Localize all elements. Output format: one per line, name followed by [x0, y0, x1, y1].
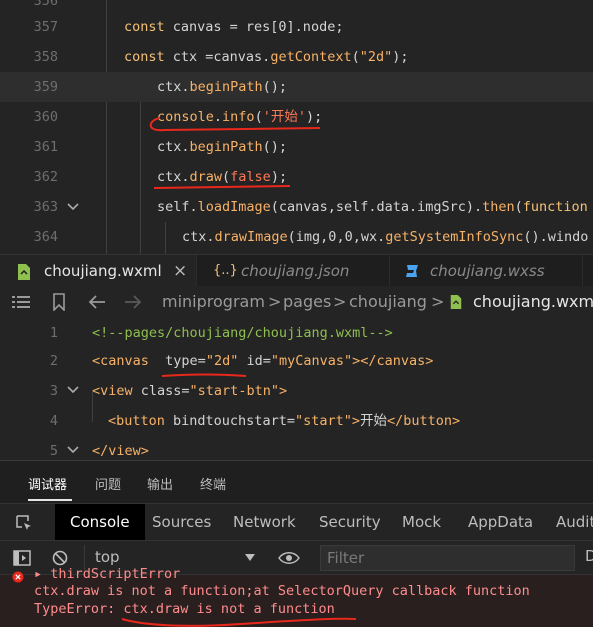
- sidebar-toggle-icon[interactable]: [13, 550, 31, 566]
- clear-console-icon[interactable]: [52, 550, 68, 566]
- console-line: TypeError: ctx.draw is not a function: [34, 601, 335, 617]
- tab-security[interactable]: Security: [319, 504, 381, 540]
- filter-placeholder: Filter: [327, 549, 365, 567]
- json-file-icon: {..}: [213, 263, 238, 278]
- code-line[interactable]: 363 self.loadImage(canvas,self.data.imgS…: [0, 192, 593, 222]
- code-line[interactable]: 364 ctx.drawImage(img,0,0,wx.getSystemIn…: [0, 222, 593, 252]
- tab-label: choujiang.json: [241, 262, 350, 280]
- line-number: 358: [33, 49, 58, 65]
- chevron-down-icon[interactable]: [66, 443, 80, 457]
- code-line[interactable]: 2 <canvas type="2d" id="myCanvas"></canv…: [0, 346, 593, 376]
- code-line[interactable]: 358 const ctx =canvas.getContext("2d");: [0, 42, 593, 72]
- error-icon: [12, 571, 24, 583]
- code-text: ctx.drawImage(img,0,0,wx.getSystemInfoSy…: [182, 229, 589, 245]
- code-text: <canvas type="2d" id="myCanvas"></canvas…: [92, 353, 434, 369]
- editor-tab-bar: choujiang.wxml × {..} choujiang.json cho…: [0, 254, 593, 287]
- line-number: 4: [49, 413, 58, 429]
- line-number: 1: [49, 325, 58, 341]
- code-line[interactable]: 360 console.info('开始');: [0, 102, 593, 132]
- code-text: ctx.beginPath();: [157, 79, 288, 95]
- breadcrumb-item[interactable]: miniprogram: [162, 286, 265, 318]
- list-icon[interactable]: [12, 295, 30, 309]
- chevron-down-icon[interactable]: [66, 200, 80, 214]
- console-line: ctx.draw is not a function;at SelectorQu…: [34, 583, 530, 599]
- code-text: const ctx =canvas.getContext("2d");: [124, 49, 409, 65]
- bookmark-icon[interactable]: [52, 293, 66, 311]
- line-number: 360: [33, 109, 58, 125]
- close-icon[interactable]: ×: [173, 255, 187, 287]
- breadcrumb-separator: >: [431, 292, 445, 311]
- devtools-panel-tabs: Console Sources Network Security Mock Ap…: [0, 503, 593, 541]
- arrow-back-icon[interactable]: [88, 294, 106, 310]
- editor-top-code: 356 357 const canvas = res[0].node; 358 …: [0, 0, 593, 254]
- code-text: <view class="start-btn">: [92, 383, 288, 399]
- code-text: <button bindtouchstart="start">开始</butto…: [108, 413, 461, 429]
- editor-wxml-code: 1 <!--pages/choujiang/choujiang.wxml--> …: [0, 318, 593, 460]
- tab-terminal[interactable]: 终端: [200, 474, 226, 493]
- arrow-forward-icon[interactable]: [124, 294, 142, 310]
- tab-console[interactable]: Console: [55, 504, 145, 540]
- chevron-down-icon[interactable]: [66, 383, 80, 397]
- line-number: 362: [33, 169, 58, 185]
- line-number: 363: [33, 199, 58, 215]
- inspect-element-icon[interactable]: [15, 514, 33, 532]
- code-text: self.loadImage(canvas,self.data.imgSrc).…: [157, 199, 588, 215]
- code-text: const canvas = res[0].node;: [124, 19, 344, 35]
- tab-choujiang-json[interactable]: {..} choujiang.json: [197, 255, 390, 287]
- eye-icon[interactable]: [278, 551, 300, 565]
- code-text: <!--pages/choujiang/choujiang.wxml-->: [92, 325, 393, 341]
- code-text: console.info('开始');: [157, 109, 323, 125]
- context-value: top: [95, 548, 120, 566]
- line-number: 5: [49, 443, 58, 459]
- breadcrumb-separator: >: [268, 292, 282, 311]
- code-text: </view>: [92, 443, 149, 459]
- tab-appdata[interactable]: AppData: [468, 504, 533, 540]
- wxml-file-icon: [450, 295, 462, 309]
- code-line[interactable]: 3 <view class="start-btn">: [0, 376, 593, 406]
- code-text: ctx.draw(false);: [157, 169, 288, 185]
- code-line[interactable]: 362 ctx.draw(false);: [0, 162, 593, 192]
- breadcrumb-separator: >: [333, 292, 347, 311]
- active-tab-indicator: [28, 499, 72, 501]
- tab-label: choujiang.wxml: [44, 262, 162, 280]
- breadcrumb-item[interactable]: choujiang: [349, 286, 427, 318]
- debugger-panel: 调试器 问题 输出 终端 Console Sources Network Sec…: [0, 460, 593, 627]
- code-line-active[interactable]: 359 ctx.beginPath();: [0, 72, 593, 102]
- line-number: 359: [33, 79, 58, 95]
- code-line[interactable]: 361 ctx.beginPath();: [0, 132, 593, 162]
- tab-network[interactable]: Network: [233, 504, 296, 540]
- console-output: ▸ thirdScriptError ctx.draw is not a fun…: [0, 566, 593, 627]
- tab-choujiang-wxss[interactable]: choujiang.wxss: [390, 255, 583, 287]
- filter-input[interactable]: Filter: [320, 545, 575, 571]
- console-line: ▸ thirdScriptError: [34, 566, 181, 582]
- tab-sources[interactable]: Sources: [152, 504, 211, 540]
- code-line[interactable]: 1 <!--pages/choujiang/choujiang.wxml-->: [0, 318, 593, 348]
- code-line[interactable]: 5 </view>: [0, 436, 593, 460]
- code-line[interactable]: 4 <button bindtouchstart="start">开始</but…: [0, 406, 593, 436]
- tab-audits[interactable]: Audit: [556, 504, 593, 540]
- dropdown-arrow-icon: [245, 554, 255, 561]
- breadcrumb-item[interactable]: pages: [283, 286, 331, 318]
- breadcrumb: miniprogram > pages > choujiang > chouji…: [0, 286, 593, 318]
- line-number: 3: [49, 383, 58, 399]
- tab-debugger[interactable]: 调试器: [28, 474, 67, 493]
- tab-choujiang-wxml[interactable]: choujiang.wxml ×: [0, 255, 197, 287]
- code-line[interactable]: 357 const canvas = res[0].node;: [0, 12, 593, 42]
- tab-mock[interactable]: Mock: [402, 504, 441, 540]
- line-number: 357: [33, 19, 58, 35]
- tab-label: choujiang.wxss: [430, 262, 545, 280]
- code-text: ctx.beginPath();: [157, 139, 288, 155]
- line-number: 361: [33, 139, 58, 155]
- line-number: 2: [49, 353, 58, 369]
- line-number: 364: [33, 229, 58, 245]
- tab-problems[interactable]: 问题: [95, 474, 121, 493]
- wxml-file-icon: [18, 264, 30, 280]
- tab-output[interactable]: 输出: [147, 474, 173, 493]
- breadcrumb-current[interactable]: choujiang.wxml: [473, 286, 593, 318]
- debugger-tabs: 调试器 问题 输出 终端: [0, 461, 593, 503]
- css-file-icon: [406, 265, 418, 277]
- default-levels-label[interactable]: D: [585, 547, 593, 565]
